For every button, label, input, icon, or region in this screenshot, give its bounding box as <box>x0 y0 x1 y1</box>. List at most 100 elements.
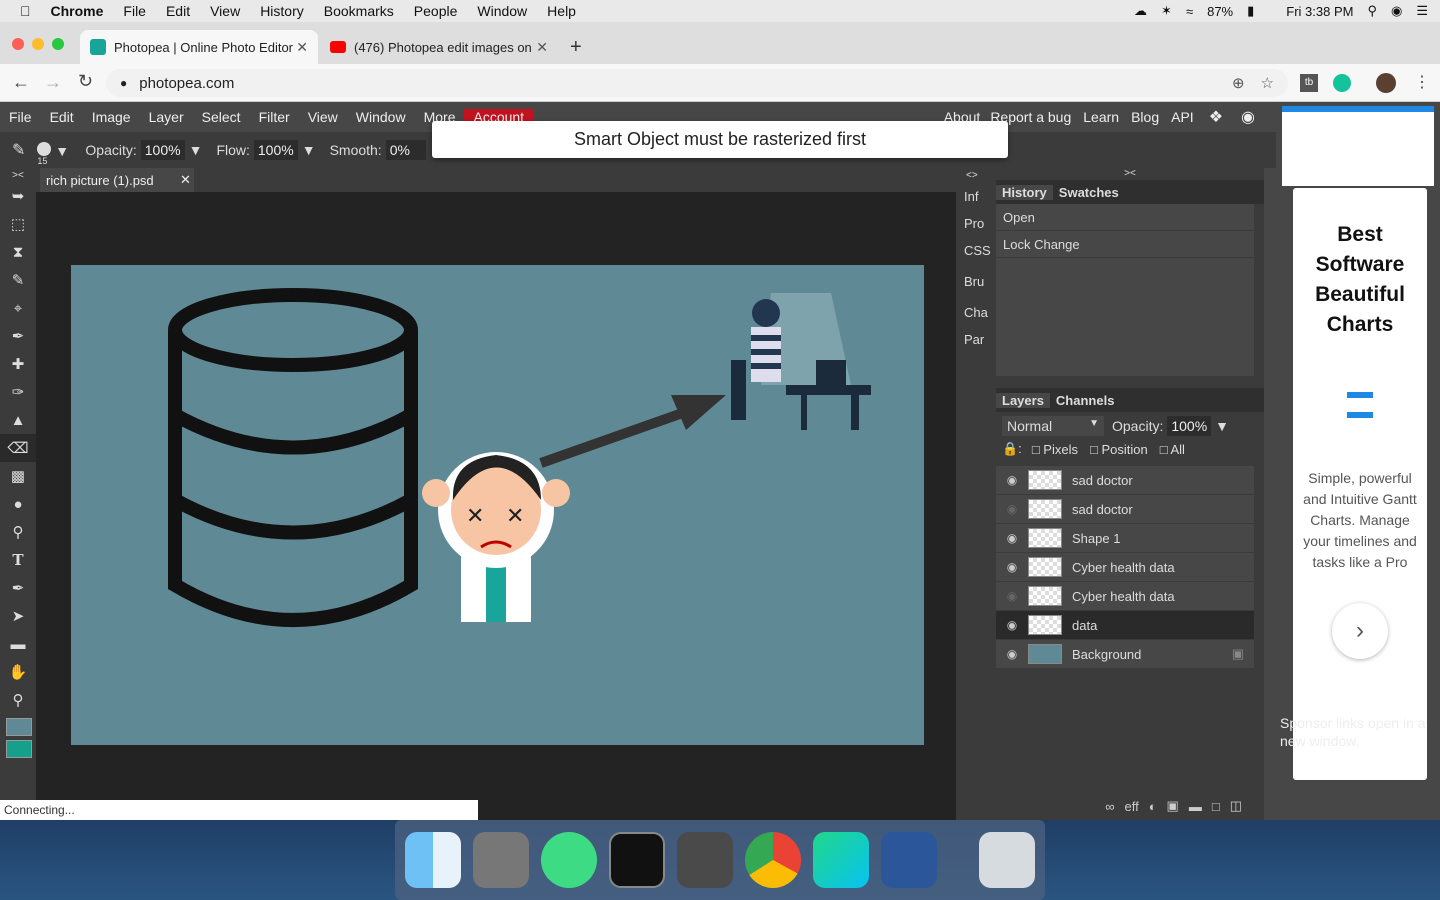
layer-opacity-input[interactable]: 100% <box>1167 416 1212 436</box>
ad-next-button[interactable]: › <box>1332 603 1388 659</box>
collapse-icon[interactable]: >< <box>0 168 36 182</box>
chevron-down-icon[interactable]: ▼ <box>189 142 203 158</box>
address-bar[interactable]: ● photopea.com ⊕ ☆ <box>106 69 1288 97</box>
eye-icon[interactable]: ◉ <box>996 531 1028 545</box>
history-item[interactable]: Open <box>996 204 1254 231</box>
document-canvas[interactable]: ✕ ✕ <box>71 265 924 745</box>
facebook-icon[interactable]: ◉ <box>1232 107 1264 127</box>
close-icon[interactable]: ✕ <box>180 172 191 188</box>
layer-row[interactable]: ◉ sad doctor <box>996 466 1254 495</box>
zoom-window-button[interactable] <box>52 38 64 50</box>
webstorm-icon[interactable] <box>813 832 869 888</box>
panel-tab-properties[interactable]: Pro <box>956 210 996 237</box>
bluetooth-icon[interactable]: ✶ <box>1161 3 1172 19</box>
grammarly-icon[interactable] <box>1333 74 1351 92</box>
panel-tab-brush[interactable]: Bru <box>956 268 996 295</box>
pen-tool-icon[interactable]: ✒ <box>0 574 36 602</box>
finder-icon[interactable] <box>405 832 461 888</box>
bookmark-star-icon[interactable]: ☆ <box>1261 74 1274 92</box>
siri-icon[interactable]: ◉ <box>1391 3 1402 19</box>
pp-link-api[interactable]: API <box>1165 109 1200 125</box>
history-item[interactable]: Lock Change <box>996 231 1254 258</box>
menu-people[interactable]: People <box>414 3 458 19</box>
menu-edit[interactable]: Edit <box>166 3 190 19</box>
healing-tool-icon[interactable]: ✚ <box>0 350 36 378</box>
eye-icon[interactable]: ◉ <box>996 647 1028 661</box>
lasso-tool-icon[interactable]: ⧗ <box>0 238 36 266</box>
crop-tool-icon[interactable]: ⌖ <box>0 294 36 322</box>
chevron-down-icon[interactable]: ▼ <box>302 142 316 158</box>
smooth-input[interactable]: 0% <box>385 140 426 160</box>
adjustment-icon[interactable]: ◐ <box>1149 799 1157 814</box>
menu-help[interactable]: Help <box>547 3 576 19</box>
marquee-tool-icon[interactable]: ⬚ <box>0 210 36 238</box>
lock-pixels-checkbox[interactable]: □ Pixels <box>1032 442 1078 457</box>
mask-icon[interactable]: ▣ <box>1167 798 1179 814</box>
chrome-icon[interactable] <box>745 832 801 888</box>
tab-youtube[interactable]: (476) Photopea edit images on ✕ <box>320 30 558 64</box>
pp-menu-window[interactable]: Window <box>347 109 415 125</box>
close-window-button[interactable] <box>12 38 24 50</box>
battery-percent[interactable]: 87% <box>1207 4 1233 19</box>
foreground-color-swatch[interactable] <box>6 718 32 736</box>
menu-view[interactable]: View <box>210 3 240 19</box>
word-icon[interactable] <box>881 832 937 888</box>
pp-menu-layer[interactable]: Layer <box>140 109 193 125</box>
eye-icon[interactable]: ◉ <box>996 589 1028 603</box>
collapse-icon[interactable]: >< <box>996 168 1264 180</box>
gradient-tool-icon[interactable]: ▩ <box>0 462 36 490</box>
effects-icon[interactable]: eff <box>1124 799 1138 814</box>
flow-input[interactable]: 100% <box>253 140 298 160</box>
collapse-icon[interactable]: <> <box>956 168 996 183</box>
layer-row[interactable]: ◉ Cyber health data <box>996 553 1254 582</box>
layer-row[interactable]: ◉ Shape 1 <box>996 524 1254 553</box>
pp-menu-image[interactable]: Image <box>83 109 140 125</box>
layer-row[interactable]: ◉ Cyber health data <box>996 582 1254 611</box>
pp-menu-view[interactable]: View <box>299 109 347 125</box>
back-icon[interactable]: ← <box>12 72 30 93</box>
apple-icon[interactable]:  <box>20 3 31 19</box>
eye-icon[interactable]: ◉ <box>996 502 1028 516</box>
eye-icon[interactable]: ◉ <box>996 618 1028 632</box>
pp-menu-file[interactable]: File <box>0 109 41 125</box>
menu-bookmarks[interactable]: Bookmarks <box>324 3 394 19</box>
close-tab-icon[interactable]: ✕ <box>536 39 548 56</box>
brush-preset-picker[interactable]: ▼ 15 <box>37 141 71 166</box>
eyedropper-tool-icon[interactable]: ✒ <box>0 322 36 350</box>
layer-row[interactable]: ◉ data <box>996 611 1254 640</box>
profile-avatar[interactable] <box>1376 73 1396 93</box>
extension-tb-icon[interactable]: tb <box>1300 74 1318 92</box>
panel-tab-paragraph[interactable]: Par <box>956 326 996 353</box>
dodge-tool-icon[interactable]: ⚲ <box>0 518 36 546</box>
eye-icon[interactable]: ◉ <box>996 473 1028 487</box>
cloud-icon[interactable]: ☁ <box>1134 3 1147 19</box>
zoom-tool-icon[interactable]: ⚲ <box>0 686 36 714</box>
eraser-tool-icon[interactable]: ⌫ <box>0 434 36 462</box>
chevron-down-icon[interactable]: ▼ <box>1215 418 1229 434</box>
brush-tool-icon[interactable]: ✑ <box>0 378 36 406</box>
system-preferences-icon[interactable] <box>473 832 529 888</box>
new-tab-button[interactable]: + <box>570 36 582 59</box>
reload-icon[interactable]: ↻ <box>78 71 93 92</box>
quick-select-tool-icon[interactable]: ✎ <box>0 266 36 294</box>
ad-card[interactable]: Best Software Beautiful Charts Simple, p… <box>1293 188 1427 780</box>
stamp-tool-icon[interactable]: ▲ <box>0 406 36 434</box>
layer-row[interactable]: ◉ Background ▣ <box>996 640 1254 669</box>
panel-tab-css[interactable]: CSS <box>956 237 996 264</box>
ad-preview-image[interactable] <box>1282 106 1434 186</box>
pp-link-learn[interactable]: Learn <box>1077 109 1125 125</box>
eraser-tool-icon[interactable]: ✎ <box>12 140 25 160</box>
install-icon[interactable]: ⊕ <box>1232 74 1245 92</box>
lock-position-checkbox[interactable]: □ Position <box>1090 442 1148 457</box>
spotlight-icon[interactable]: ⚲ <box>1367 3 1377 19</box>
forward-icon[interactable]: → <box>44 72 62 93</box>
eye-icon[interactable]: ◉ <box>996 560 1028 574</box>
move-tool-icon[interactable]: ➥ <box>0 182 36 210</box>
pp-link-blog[interactable]: Blog <box>1125 109 1165 125</box>
blur-tool-icon[interactable]: ● <box>0 490 36 518</box>
trash-icon[interactable]: ◫ <box>1230 798 1242 814</box>
close-tab-icon[interactable]: ✕ <box>296 39 308 56</box>
new-layer-icon[interactable]: □ <box>1212 799 1220 814</box>
tab-history[interactable]: History <box>996 184 1053 200</box>
menu-file[interactable]: File <box>123 3 146 19</box>
